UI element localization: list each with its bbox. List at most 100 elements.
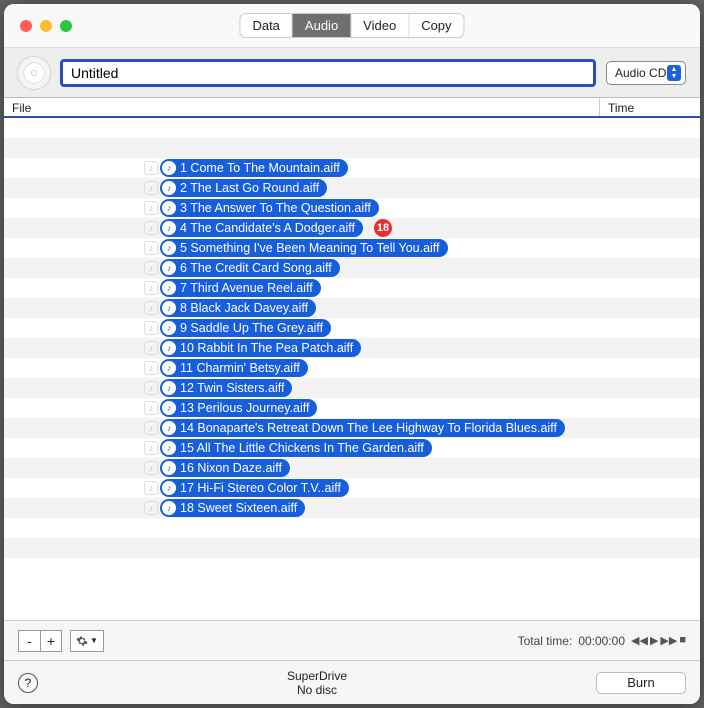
music-note-icon: ♪ <box>162 401 176 415</box>
track-filename: 12 Twin Sisters.aiff <box>180 381 284 395</box>
segment-video[interactable]: Video <box>351 14 409 37</box>
total-time-value: 00:00:00 <box>578 634 625 648</box>
column-time[interactable]: Time <box>600 98 700 116</box>
column-file[interactable]: File <box>4 98 600 116</box>
track-filename: 14 Bonaparte's Retreat Down The Lee High… <box>180 421 557 435</box>
track-pill[interactable]: ♪ 13 Perilous Journey.aiff <box>160 399 317 417</box>
music-note-icon: ♪ <box>162 481 176 495</box>
track-row[interactable]: ♪ ♪ 3 The Answer To The Question.aiff <box>4 198 700 218</box>
drive-status: No disc <box>38 683 596 697</box>
track-filename: 2 The Last Go Round.aiff <box>180 181 319 195</box>
track-row[interactable]: ♪ ♪ 14 Bonaparte's Retreat Down The Lee … <box>4 418 700 438</box>
track-filename: 15 All The Little Chickens In The Garden… <box>180 441 424 455</box>
track-filename: 3 The Answer To The Question.aiff <box>180 201 371 215</box>
music-note-icon: ♪ <box>144 461 158 475</box>
disc-type-label: Audio CD <box>615 66 666 80</box>
track-filename: 4 The Candidate's A Dodger.aiff <box>180 221 355 235</box>
music-note-icon: ♪ <box>144 301 158 315</box>
chevron-up-down-icon: ▲▼ <box>667 65 681 81</box>
music-note-icon: ♪ <box>144 261 158 275</box>
track-row[interactable]: ♪ ♪ 6 The Credit Card Song.aiff <box>4 258 700 278</box>
play-button[interactable]: ▶ <box>650 634 658 647</box>
empty-row <box>4 118 700 138</box>
track-pill[interactable]: ♪ 4 The Candidate's A Dodger.aiff <box>160 219 363 237</box>
track-filename: 10 Rabbit In The Pea Patch.aiff <box>180 341 353 355</box>
music-note-icon: ♪ <box>144 181 158 195</box>
disc-type-select[interactable]: Audio CD ▲▼ <box>606 61 686 85</box>
empty-row <box>4 518 700 538</box>
actions-menu[interactable]: ▼ <box>70 630 104 652</box>
track-row[interactable]: ♪ ♪ 1 Come To The Mountain.aiff <box>4 158 700 178</box>
disc-toolbar: Audio CD ▲▼ <box>4 48 700 98</box>
track-pill[interactable]: ♪ 3 The Answer To The Question.aiff <box>160 199 379 217</box>
track-pill[interactable]: ♪ 16 Nixon Daze.aiff <box>160 459 290 477</box>
music-note-icon: ♪ <box>144 221 158 235</box>
remove-button[interactable]: - <box>18 630 40 652</box>
music-note-icon: ♪ <box>162 281 176 295</box>
minimize-window[interactable] <box>40 20 52 32</box>
track-row[interactable]: ♪ ♪ 9 Saddle Up The Grey.aiff <box>4 318 700 338</box>
track-row[interactable]: ♪ ♪ 17 Hi-Fi Stereo Color T.V..aiff <box>4 478 700 498</box>
track-row[interactable]: ♪ ♪ 10 Rabbit In The Pea Patch.aiff <box>4 338 700 358</box>
zoom-window[interactable] <box>60 20 72 32</box>
segment-data[interactable]: Data <box>240 14 292 37</box>
help-button[interactable]: ? <box>18 673 38 693</box>
music-note-icon: ♪ <box>162 501 176 515</box>
segment-copy[interactable]: Copy <box>409 14 463 37</box>
track-pill[interactable]: ♪ 9 Saddle Up The Grey.aiff <box>160 319 331 337</box>
track-pill[interactable]: ♪ 5 Something I've Been Meaning To Tell … <box>160 239 448 257</box>
segment-audio[interactable]: Audio <box>293 14 351 37</box>
track-pill[interactable]: ♪ 15 All The Little Chickens In The Gard… <box>160 439 432 457</box>
track-pill[interactable]: ♪ 17 Hi-Fi Stereo Color T.V..aiff <box>160 479 349 497</box>
track-row[interactable]: ♪ ♪ 8 Black Jack Davey.aiff <box>4 298 700 318</box>
track-pill[interactable]: ♪ 12 Twin Sisters.aiff <box>160 379 292 397</box>
empty-row <box>4 138 700 158</box>
mode-segmented-control: Data Audio Video Copy <box>239 13 464 38</box>
track-row[interactable]: ♪ ♪ 16 Nixon Daze.aiff <box>4 458 700 478</box>
track-row[interactable]: ♪ ♪ 5 Something I've Been Meaning To Tel… <box>4 238 700 258</box>
music-note-icon: ♪ <box>162 441 176 455</box>
track-pill[interactable]: ♪ 2 The Last Go Round.aiff <box>160 179 327 197</box>
music-note-icon: ♪ <box>162 201 176 215</box>
window-controls <box>4 20 72 32</box>
gear-icon <box>76 635 88 647</box>
stop-button[interactable]: ■ <box>679 634 686 647</box>
music-note-icon: ♪ <box>162 161 176 175</box>
track-list[interactable]: ♪ ♪ 1 Come To The Mountain.aiff ♪ ♪ 2 Th… <box>4 118 700 620</box>
total-time-label: Total time: <box>518 634 573 648</box>
track-pill[interactable]: ♪ 18 Sweet Sixteen.aiff <box>160 499 305 517</box>
fast-forward-button[interactable]: ▶▶ <box>660 634 677 647</box>
disc-title-input[interactable] <box>60 59 596 87</box>
track-row[interactable]: ♪ ♪ 15 All The Little Chickens In The Ga… <box>4 438 700 458</box>
track-filename: 8 Black Jack Davey.aiff <box>180 301 308 315</box>
track-row[interactable]: ♪ ♪ 4 The Candidate's A Dodger.aiff <box>4 218 700 238</box>
track-filename: 5 Something I've Been Meaning To Tell Yo… <box>180 241 440 255</box>
rewind-button[interactable]: ◀◀ <box>631 634 648 647</box>
track-row[interactable]: ♪ ♪ 7 Third Avenue Reel.aiff <box>4 278 700 298</box>
add-button[interactable]: + <box>40 630 62 652</box>
music-note-icon: ♪ <box>162 261 176 275</box>
music-note-icon: ♪ <box>162 181 176 195</box>
track-row[interactable]: ♪ ♪ 2 The Last Go Round.aiff <box>4 178 700 198</box>
track-pill[interactable]: ♪ 7 Third Avenue Reel.aiff <box>160 279 321 297</box>
track-row[interactable]: ♪ ♪ 13 Perilous Journey.aiff <box>4 398 700 418</box>
drive-name: SuperDrive <box>38 669 596 683</box>
close-window[interactable] <box>20 20 32 32</box>
footer-controls: - + ▼ Total time: 00:00:00 ◀◀ ▶ ▶▶ ■ <box>4 620 700 660</box>
track-pill[interactable]: ♪ 1 Come To The Mountain.aiff <box>160 159 348 177</box>
track-row[interactable]: ♪ ♪ 11 Charmin' Betsy.aiff <box>4 358 700 378</box>
drive-info: SuperDrive No disc <box>38 669 596 697</box>
track-pill[interactable]: ♪ 11 Charmin' Betsy.aiff <box>160 359 308 377</box>
track-pill[interactable]: ♪ 6 The Credit Card Song.aiff <box>160 259 340 277</box>
track-filename: 9 Saddle Up The Grey.aiff <box>180 321 323 335</box>
track-pill[interactable]: ♪ 10 Rabbit In The Pea Patch.aiff <box>160 339 361 357</box>
track-filename: 1 Come To The Mountain.aiff <box>180 161 340 175</box>
track-pill[interactable]: ♪ 8 Black Jack Davey.aiff <box>160 299 316 317</box>
track-pill[interactable]: ♪ 14 Bonaparte's Retreat Down The Lee Hi… <box>160 419 565 437</box>
burn-button[interactable]: Burn <box>596 672 686 694</box>
track-row[interactable]: ♪ ♪ 18 Sweet Sixteen.aiff <box>4 498 700 518</box>
music-note-icon: ♪ <box>144 481 158 495</box>
track-row[interactable]: ♪ ♪ 12 Twin Sisters.aiff <box>4 378 700 398</box>
app-window: Data Audio Video Copy Audio CD ▲▼ File T… <box>4 4 700 704</box>
music-note-icon: ♪ <box>162 221 176 235</box>
